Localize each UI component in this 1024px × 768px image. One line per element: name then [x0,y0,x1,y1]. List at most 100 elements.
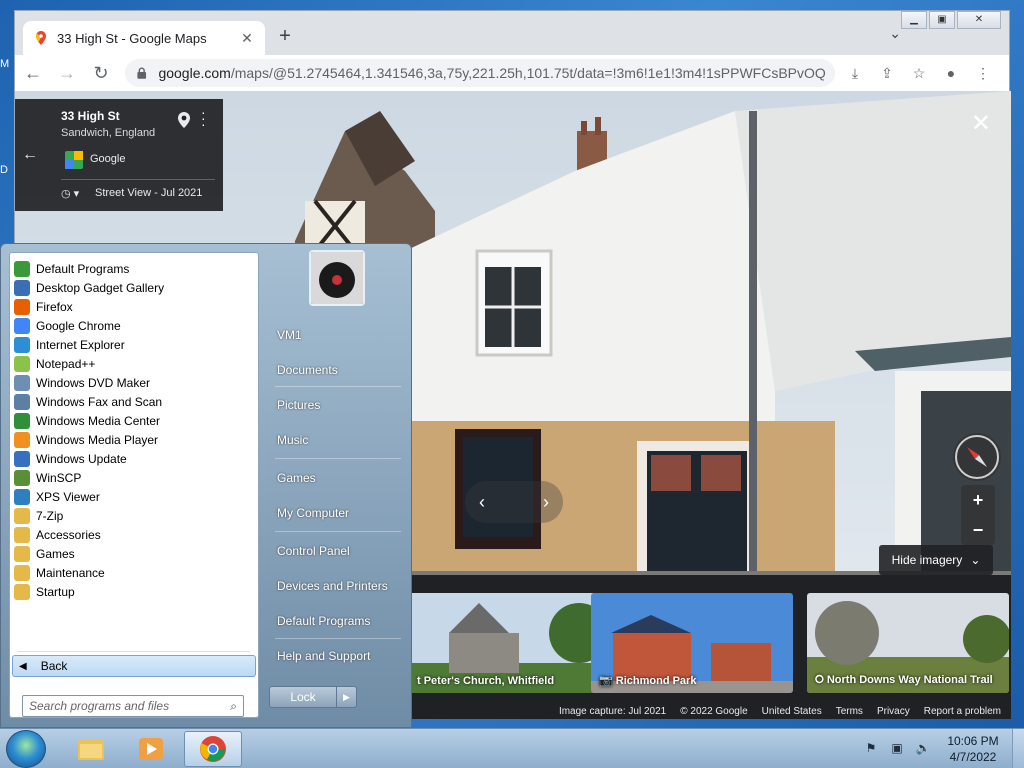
history-clock-icon[interactable]: ◷ ▾ [61,187,79,200]
terms-link[interactable]: Terms [836,706,863,717]
program-icon [14,564,30,581]
action-center-flag-icon[interactable]: ⚑ [862,741,880,757]
clock[interactable]: 10:06 PM 4/7/2022 [940,733,1006,765]
taskbar-chrome[interactable] [184,731,242,767]
start-link-default-programs[interactable]: Default Programs [277,614,370,628]
hide-imagery-label: Hide imagery [891,553,963,567]
program-item[interactable]: Default Programs [12,259,129,278]
imagery-thumbnail[interactable]: 📷 Richmond Park [591,593,793,693]
imagery-thumbnail[interactable]: ⭘ North Downs Way National Trail [807,593,1009,693]
share-icon[interactable]: ⇪ [871,59,903,87]
install-icon[interactable]: ⤓ [839,59,871,87]
start-link-documents[interactable]: Documents [277,363,338,377]
program-item[interactable]: XPS Viewer [12,487,100,506]
zoom-out-button[interactable]: − [961,515,995,545]
program-item[interactable]: Windows Fax and Scan [12,392,162,411]
zoom-in-button[interactable]: + [961,485,995,515]
network-icon[interactable]: ▣ [888,741,906,757]
more-options-icon[interactable]: · · · [201,105,206,131]
tab-title: 33 High St - Google Maps [57,30,207,46]
thumbnail-label: 📷 Richmond Park [599,675,697,687]
back-label: Back [40,659,68,673]
minimize-button[interactable]: ▁ [901,11,927,29]
menu-kebab-icon[interactable]: ⋮ [967,59,999,87]
program-item[interactable]: WinSCP [12,468,81,487]
reload-icon[interactable]: ↻ [85,57,117,89]
start-link-devices-and-printers[interactable]: Devices and Printers [277,579,388,593]
program-icon [14,469,30,486]
lock-options-arrow-icon[interactable]: ▶ [336,687,356,707]
hide-imagery-button[interactable]: Hide imagery ⌄ [879,545,993,575]
program-item[interactable]: Desktop Gadget Gallery [12,278,164,297]
folder-icon [78,740,104,760]
tab-close-button[interactable]: ✕ [239,30,255,47]
privacy-link[interactable]: Privacy [877,706,910,717]
forward-arrow-icon[interactable]: → [51,57,83,89]
taskbar-explorer[interactable] [62,731,120,767]
program-item[interactable]: Windows Media Player [12,430,158,449]
program-item[interactable]: 7-Zip [12,506,63,525]
program-item[interactable]: Windows Update [12,449,127,468]
start-link-pictures[interactable]: Pictures [277,398,320,412]
back-button[interactable]: ◀ Back [12,655,256,677]
region-link[interactable]: United States [762,706,822,717]
start-menu-right-pane: VM1 Documents Pictures Music Games My Compute… [261,244,411,729]
close-street-view-button[interactable]: ✕ [971,109,991,138]
user-picture[interactable] [309,250,365,306]
start-link-help-and-support[interactable]: Help and Support [277,649,370,663]
profile-avatar-icon[interactable]: ● [935,59,967,87]
capture-date[interactable]: Street View - Jul 2021 [95,187,202,199]
start-button[interactable] [6,730,46,768]
tab-google-maps[interactable]: 33 High St - Google Maps ✕ [23,21,265,55]
program-item[interactable]: Windows Media Center [12,411,160,430]
start-link-games[interactable]: Games [277,471,316,485]
program-label: Default Programs [36,261,130,276]
program-label: Maintenance [36,565,105,580]
program-icon [14,583,30,600]
lock-button[interactable]: Lock ▶ [269,686,357,708]
back-arrow-icon[interactable]: ← [15,99,45,211]
volume-icon[interactable]: 🔈 [914,741,932,757]
show-desktop-button[interactable] [1012,729,1024,768]
report-problem-link[interactable]: Report a problem [924,706,1001,717]
start-link-control-panel[interactable]: Control Panel [277,544,350,558]
program-item[interactable]: Google Chrome [12,316,121,335]
start-link-music[interactable]: Music [277,433,308,447]
chevron-left-icon[interactable]: ‹ [479,492,485,513]
compass-icon[interactable] [953,433,1001,481]
program-item[interactable]: Internet Explorer [12,335,125,354]
chrome-icon [200,736,226,762]
program-item[interactable]: Windows DVD Maker [12,373,150,392]
program-item[interactable]: Notepad++ [12,354,95,373]
map-pin-icon[interactable] [177,111,191,129]
search-icon[interactable]: ⌕ [230,699,237,714]
new-tab-button[interactable]: + [273,25,297,48]
program-item[interactable]: Accessories [12,525,101,544]
program-item[interactable]: Firefox [12,297,73,316]
desktop-icon-label[interactable]: M [0,58,9,70]
desktop-icon-label[interactable]: D [0,164,8,176]
imagery-thumbnail[interactable]: t Peter's Church, Whitfield [409,593,611,693]
program-label: Windows Update [36,451,127,466]
close-window-button[interactable]: ✕ [957,11,1001,29]
program-item[interactable]: Games [12,544,75,563]
thumbnail-label: ⭘ North Downs Way National Trail [815,674,993,686]
address-bar[interactable]: google.com/maps/@51.2745464,1.341546,3a,… [125,59,835,87]
start-link-my-computer[interactable]: My Computer [277,506,349,520]
program-item[interactable]: Startup [12,582,75,601]
chevron-right-icon[interactable]: › [543,492,549,513]
program-label: Google Chrome [36,318,121,333]
bookmark-star-icon[interactable]: ☆ [903,59,935,87]
program-icon [14,488,30,505]
maximize-button[interactable]: ▣ [929,11,955,29]
start-link-vm1[interactable]: VM1 [277,328,302,342]
google-maps-icon [36,31,46,45]
back-arrow-icon[interactable]: ← [17,57,49,89]
lock-icon[interactable] [135,66,148,80]
start-search-input[interactable]: Search programs and files ⌕ [22,695,244,717]
program-icon [14,260,30,277]
taskbar-media-player[interactable] [122,731,180,767]
program-icon [14,355,30,372]
program-item[interactable]: Maintenance [12,563,105,582]
program-label: Games [36,546,75,561]
